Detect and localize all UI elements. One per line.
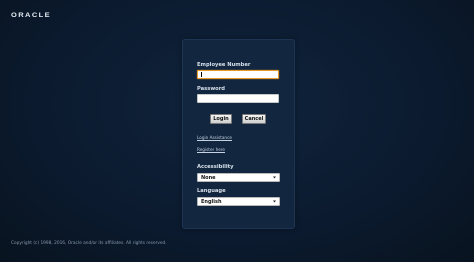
cancel-button[interactable]: Cancel (242, 114, 266, 124)
oracle-logo: ORACLE (11, 10, 52, 19)
password-field[interactable] (197, 94, 279, 103)
chevron-down-icon (273, 200, 276, 203)
language-selected-value: English (201, 199, 222, 205)
password-label: Password (197, 86, 225, 92)
language-select[interactable]: English (197, 197, 280, 206)
login-panel: Employee Number Password Login Cancel Lo… (182, 39, 295, 229)
login-assistance-link[interactable]: Login Assistance (197, 135, 232, 140)
text-caret (201, 72, 202, 77)
copyright-text: Copyright (c) 1998, 2016, Oracle and/or … (11, 241, 167, 246)
register-link[interactable]: Register here (197, 147, 225, 152)
chevron-down-icon (273, 176, 276, 179)
login-page: ORACLE Employee Number Password Login Ca… (0, 0, 474, 262)
login-button[interactable]: Login (210, 114, 232, 124)
language-label: Language (197, 188, 226, 194)
accessibility-select[interactable]: None (197, 173, 280, 182)
accessibility-selected-value: None (201, 175, 216, 181)
employee-number-label: Employee Number (197, 62, 251, 68)
accessibility-label: Accessibility (197, 164, 234, 170)
employee-number-field[interactable] (197, 70, 279, 79)
